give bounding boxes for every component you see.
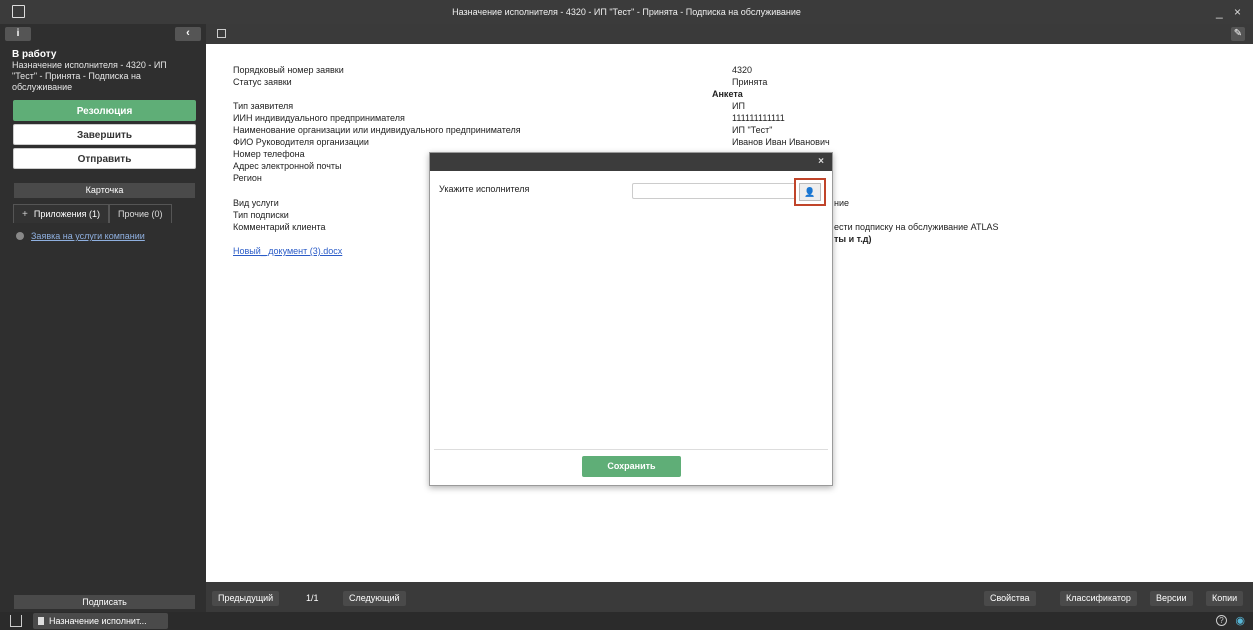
field-label: Статус заявки [233, 77, 292, 87]
page-number: 1/1 [306, 593, 319, 603]
field-label: Вид услуги [233, 198, 279, 208]
wifi-icon: ◉ [1235, 615, 1245, 627]
field-value: ИП [732, 101, 745, 111]
field-value: Принята [732, 77, 768, 87]
card-button[interactable]: Карточка [14, 183, 195, 198]
divider [434, 449, 828, 450]
properties-button[interactable]: Свойства [984, 591, 1036, 606]
field-label: Тип подписки [233, 210, 289, 220]
field-value: 111111111111 [732, 113, 785, 123]
close-icon[interactable]: × [818, 156, 824, 167]
field-label: ФИО Руководителя организации [233, 137, 369, 147]
task-status: В работу Назначение исполнителя - 4320 -… [0, 44, 206, 97]
tab-attachments-label: Приложения (1) [33, 209, 100, 219]
field-label: ИИН индивидуального предпринимателя [233, 113, 405, 123]
status-description: Назначение исполнителя - 4320 - ИП "Тест… [12, 60, 167, 92]
tab-attachments[interactable]: + Приложения (1) [13, 204, 109, 223]
left-sidebar: i ‹ В работу Назначение исполнителя - 43… [0, 24, 206, 612]
info-button[interactable]: i [5, 27, 31, 41]
executor-label: Укажите исполнителя [439, 184, 530, 194]
attachment-icon [16, 232, 24, 240]
field-value: 4320 [732, 65, 753, 75]
tab-other[interactable]: Прочие (0) [109, 204, 172, 223]
window-controls[interactable]: _ × [1216, 5, 1245, 19]
title-bar: Назначение исполнителя - 4320 - ИП "Тест… [0, 0, 1253, 24]
send-button[interactable]: Отправить [13, 148, 196, 169]
home-icon[interactable] [10, 615, 22, 627]
executor-input[interactable] [632, 183, 796, 199]
field-label: Порядковый номер заявки [233, 65, 344, 75]
complete-button[interactable]: Завершить [13, 124, 196, 145]
bottom-bar: Предыдущий 1/1 Следующий Свойства Класси… [206, 588, 1253, 608]
document-toolbar: ✎ [206, 24, 1253, 44]
user-picker-icon[interactable]: 👤 [799, 183, 821, 201]
field-value: Иванов Иван Иванович [732, 137, 830, 147]
field-value: ести подписку на обслуживание ATLAS [834, 222, 999, 232]
document-icon [38, 617, 44, 625]
resolution-button[interactable]: Резолюция [13, 100, 196, 121]
field-value: ИП "Тест" [732, 125, 773, 135]
section-header: Анкета [712, 89, 743, 99]
sign-button[interactable]: Подписать [14, 595, 195, 609]
assign-executor-dialog: × Укажите исполнителя 👤 Сохранить [429, 152, 833, 486]
attachment-tabs: + Приложения (1) Прочие (0) [0, 203, 206, 223]
document-attachment-link[interactable]: Новый_ документ (3).docx [233, 246, 342, 256]
task-label: Назначение исполнит... [49, 616, 147, 626]
collapse-sidebar-button[interactable]: ‹ [175, 27, 201, 41]
help-icon[interactable]: ? [1216, 615, 1227, 626]
status-title: В работу [12, 49, 57, 60]
dialog-header: × [430, 153, 832, 171]
field-label: Адрес электронной почты [233, 161, 342, 171]
edit-icon[interactable]: ✎ [1231, 27, 1245, 41]
field-label: Номер телефона [233, 149, 305, 159]
field-label: Наименование организации или индивидуаль… [233, 125, 521, 135]
versions-button[interactable]: Версии [1150, 591, 1193, 606]
attachment-item[interactable]: Заявка на услуги компании [16, 231, 190, 241]
classifier-button[interactable]: Классификатор [1060, 591, 1137, 606]
taskbar: Назначение исполнит... ? ◉ [0, 612, 1253, 630]
highlight-frame: 👤 [794, 178, 826, 206]
field-label: Регион [233, 173, 262, 183]
field-label: Тип заявителя [233, 101, 294, 111]
next-button[interactable]: Следующий [343, 591, 406, 606]
field-label: Комментарий клиента [233, 222, 326, 232]
field-value: ты и т.д) [834, 234, 872, 244]
copies-button[interactable]: Копии [1206, 591, 1244, 606]
attachment-label: Заявка на услуги компании [31, 231, 145, 241]
add-attachment-icon[interactable]: + [22, 209, 28, 220]
save-button[interactable]: Сохранить [582, 456, 681, 477]
window-title: Назначение исполнителя - 4320 - ИП "Тест… [452, 7, 801, 17]
previous-button[interactable]: Предыдущий [212, 591, 280, 606]
field-value: ние [834, 198, 850, 208]
attachment-list: Заявка на услуги компании [0, 223, 206, 249]
task-item[interactable]: Назначение исполнит... [33, 613, 168, 629]
save-icon[interactable] [217, 29, 226, 38]
